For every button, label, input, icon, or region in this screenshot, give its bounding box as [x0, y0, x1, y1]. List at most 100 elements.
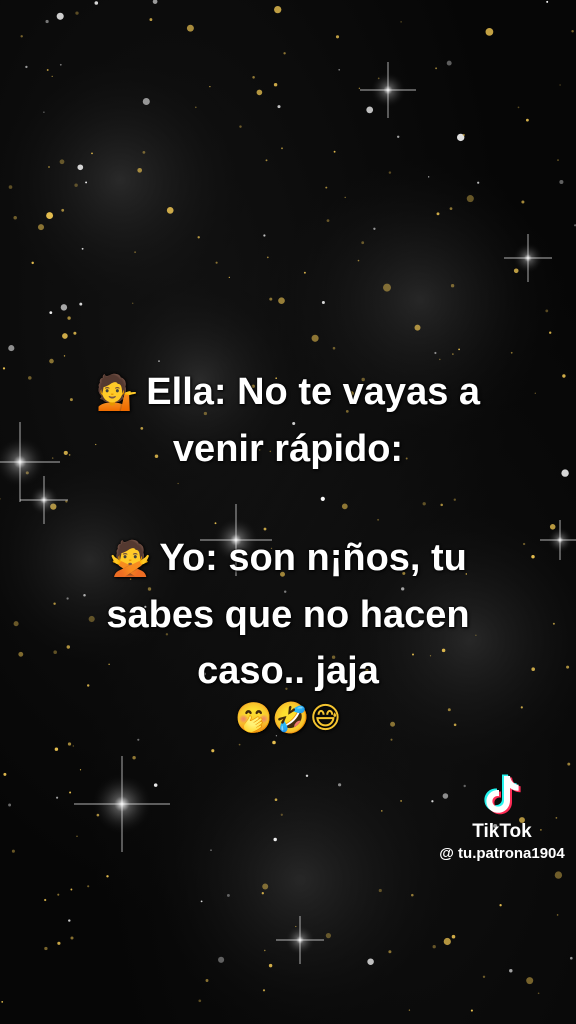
- glitter-dot: [57, 893, 60, 896]
- glitter-dot: [366, 106, 374, 114]
- glitter-dot: [91, 152, 93, 155]
- glitter-dot: [59, 159, 65, 165]
- man-gesturing-no-icon: 🙅: [109, 539, 152, 579]
- glitter-dot: [408, 1009, 411, 1011]
- glitter-dot: [378, 888, 382, 893]
- glitter-dot: [198, 999, 202, 1003]
- glitter-dot: [521, 200, 525, 204]
- glitter-dot: [205, 979, 209, 982]
- glitter-dot: [428, 176, 430, 178]
- glitter-dot: [186, 24, 194, 32]
- glitter-dot: [546, 0, 549, 3]
- glitter-dot: [137, 167, 143, 173]
- glitter-dot: [373, 227, 376, 230]
- glitter-dot: [194, 106, 197, 109]
- glitter-dot: [197, 236, 200, 239]
- glitter-dot: [94, 1, 99, 5]
- glitter-dot: [278, 297, 285, 305]
- glitter-dot: [268, 963, 273, 968]
- glitter-dot: [48, 166, 50, 168]
- glitter-dot: [338, 68, 341, 71]
- glitter-dot: [332, 346, 336, 350]
- caption-yo-text-2: sabes que no hacen: [106, 594, 470, 636]
- glitter-dot: [377, 518, 380, 521]
- glitter-dot: [132, 756, 136, 760]
- glitter-dot: [214, 522, 217, 525]
- glitter-dot: [226, 893, 230, 897]
- glitter-dot: [482, 975, 486, 978]
- caption-yo-text-1: Yo: son n¡ños, tu: [159, 537, 467, 579]
- glitter-dot: [211, 749, 215, 753]
- glitter-dot: [477, 181, 480, 184]
- glitter-dot: [320, 496, 325, 501]
- glitter-dot: [210, 849, 212, 851]
- glitter-dot: [74, 183, 78, 187]
- glitter-dot: [43, 111, 45, 113]
- glitter-dot: [326, 219, 330, 222]
- glitter-dot: [73, 331, 77, 335]
- glitter-dot: [152, 0, 158, 4]
- glitter-dot: [381, 810, 383, 812]
- glitter-dot: [443, 937, 451, 946]
- glitter-dot: [388, 950, 392, 954]
- glitter-dot: [325, 932, 332, 939]
- glitter-dot: [545, 309, 549, 313]
- glitter-dot: [158, 360, 160, 362]
- glitter-dot: [367, 958, 374, 965]
- glitter-dot: [422, 502, 426, 506]
- glitter-dot: [8, 345, 15, 352]
- glitter-dot: [72, 745, 74, 747]
- glitter-dot: [273, 837, 277, 842]
- glitter-dot: [269, 297, 273, 301]
- glitter-dot: [274, 5, 282, 14]
- glitter-dot: [414, 324, 421, 331]
- glitter-dot: [49, 311, 53, 314]
- glitter-dot: [338, 783, 342, 787]
- glitter-dot: [434, 351, 437, 355]
- glitter-dot: [77, 164, 84, 171]
- glitter-dot: [13, 215, 17, 220]
- glitter-dot: [567, 762, 571, 766]
- glitter-dot: [61, 208, 65, 212]
- glitter-dot: [215, 261, 218, 264]
- glitter-dot: [25, 65, 28, 69]
- glitter-dot: [264, 949, 266, 952]
- glitter-dot: [67, 316, 71, 320]
- creator-handle: @ tu.patrona1904: [439, 845, 565, 862]
- glitter-dot: [265, 159, 268, 162]
- glitter-dot: [79, 302, 83, 306]
- glitter-dot: [273, 82, 278, 87]
- glitter-dot: [452, 353, 454, 355]
- glitter-dot: [79, 769, 82, 771]
- glitter-dot: [87, 885, 90, 888]
- glitter-dot: [388, 171, 392, 174]
- glitter-dot: [81, 247, 84, 250]
- glitter-dot: [149, 18, 153, 22]
- glitter-dot: [485, 28, 494, 36]
- glitter-dot: [59, 63, 62, 66]
- glitter-dot: [453, 498, 456, 501]
- glitter-dot: [559, 179, 564, 185]
- glitter-dot: [439, 358, 441, 361]
- glitter-dot: [153, 783, 158, 787]
- glitter-dot: [449, 207, 453, 210]
- glitter-dot: [54, 747, 59, 751]
- glitter-dot: [333, 150, 336, 153]
- laughing-emoji-row: 🤭🤣😅: [235, 701, 341, 736]
- glitter-dot: [400, 799, 403, 802]
- glitter-dot: [45, 19, 49, 24]
- glitter-dot: [396, 135, 400, 139]
- glitter-dot: [335, 35, 340, 39]
- glitter-dot: [85, 181, 88, 184]
- glitter-dot: [37, 224, 45, 231]
- glitter-dot: [554, 871, 563, 879]
- glitter-dot: [56, 796, 59, 799]
- glitter-dot: [510, 351, 513, 354]
- glitter-dot: [281, 147, 283, 150]
- glitter-dot: [63, 355, 66, 357]
- glitter-dot: [569, 956, 573, 960]
- glitter-dot: [262, 883, 269, 890]
- caption-ella-line-1: 💁 Ella: No te vayas a: [0, 364, 576, 421]
- glitter-dot: [432, 945, 436, 949]
- glitter-dot: [177, 482, 179, 485]
